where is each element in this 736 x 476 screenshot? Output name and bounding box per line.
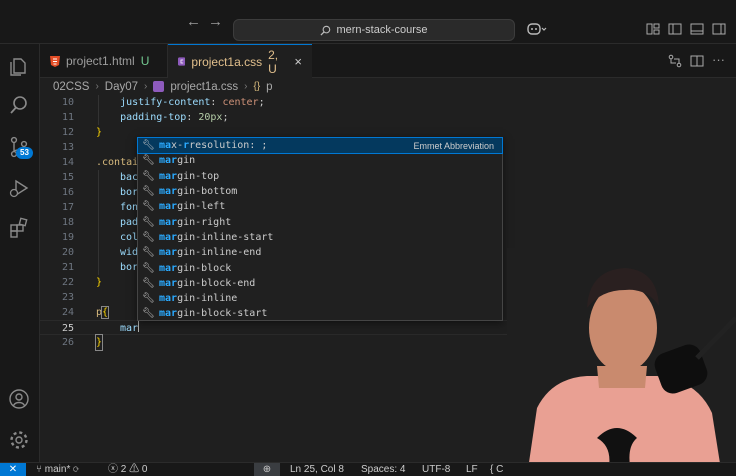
source-control-badge: 53 xyxy=(16,147,33,159)
chevron-right-icon: › xyxy=(244,81,248,92)
wrench-icon: 🔧︎ xyxy=(142,201,155,213)
end-of-line[interactable]: LF xyxy=(466,464,478,476)
wrench-icon: 🔧︎ xyxy=(142,216,155,228)
suggestion-item[interactable]: 🔧︎ margin-block-end xyxy=(138,276,502,291)
suggestion-item[interactable]: 🔧︎ margin-inline xyxy=(138,291,502,306)
autocomplete-suggestions: 🔧︎ max-rresolution: ; Emmet Abbreviation… xyxy=(137,136,503,321)
problems-indicator[interactable]: ⓧ 2 ⚠ 0 xyxy=(108,464,147,476)
language-mode[interactable]: { C xyxy=(490,464,503,476)
tab-label: project1.html xyxy=(66,54,135,68)
customize-layout-icon[interactable] xyxy=(646,22,660,36)
suggestion-item[interactable]: 🔧︎ margin-right xyxy=(138,214,502,229)
warning-icon: ⚠ xyxy=(129,464,140,475)
wrench-icon: 🔧︎ xyxy=(142,293,155,305)
run-and-debug-icon[interactable] xyxy=(8,177,30,199)
suggestion-item[interactable]: 🔧︎ margin-block-start xyxy=(138,306,502,321)
code-line: 10 justify-content: center; xyxy=(61,97,265,108)
tab-status: 2, U xyxy=(268,47,279,76)
html5-icon xyxy=(50,55,60,67)
search-icon[interactable] xyxy=(8,94,30,116)
code-line: 11 padding-top: 20px; xyxy=(61,112,229,123)
breadcrumb-folder[interactable]: 02CSS xyxy=(53,81,89,93)
encoding[interactable]: UTF-8 xyxy=(422,464,450,476)
chevron-right-icon: › xyxy=(144,81,148,92)
css-file-icon xyxy=(178,57,186,66)
indentation[interactable]: Spaces: 4 xyxy=(361,464,405,476)
cursor-position[interactable]: Ln 25, Col 8 xyxy=(290,464,344,476)
command-center-search[interactable]: mern-stack-course xyxy=(233,19,515,41)
editor-tab-bar: project1.html U project1a.css 2, U × ··· xyxy=(40,44,736,78)
suggestion-item[interactable]: 🔧︎ margin xyxy=(138,153,502,168)
chevron-right-icon: › xyxy=(95,81,99,92)
suggestion-item[interactable]: 🔧︎ margin-block xyxy=(138,260,502,275)
symbol-class-icon: {} xyxy=(253,81,261,92)
breadcrumb-file[interactable]: project1a.css xyxy=(170,81,238,93)
wrench-icon: 🔧︎ xyxy=(142,308,155,320)
error-icon: ⓧ xyxy=(108,464,118,475)
wrench-icon: 🔧︎ xyxy=(142,155,155,167)
close-icon[interactable]: × xyxy=(294,54,302,69)
wrench-icon: 🔧︎ xyxy=(142,170,155,182)
suggestion-item[interactable]: 🔧︎ margin-inline-start xyxy=(138,230,502,245)
status-bar: ✕ ⑂ main* ⟳ ⓧ 2 ⚠ 0 ⊕ Ln 25, Col 8 Space… xyxy=(0,462,736,476)
toggle-primary-sidebar-icon[interactable] xyxy=(668,22,682,36)
suggestion-item[interactable]: 🔧︎ margin-top xyxy=(138,169,502,184)
search-label: mern-stack-course xyxy=(336,24,428,36)
branch-indicator[interactable]: ⑂ main* ⟳ xyxy=(36,464,79,476)
wrench-icon: 🔧︎ xyxy=(142,247,155,259)
more-actions-icon[interactable]: ··· xyxy=(712,53,726,70)
wrench-icon: 🔧︎ xyxy=(142,186,155,198)
breadcrumb-folder[interactable]: Day07 xyxy=(105,81,138,93)
suggestion-item[interactable]: 🔧︎ margin-inline-end xyxy=(138,245,502,260)
toggle-panel-icon[interactable] xyxy=(690,22,704,36)
git-branch-icon: ⑂ xyxy=(36,464,42,475)
settings-gear-icon[interactable] xyxy=(8,429,30,451)
zoom-icon[interactable]: ⊕ xyxy=(254,463,280,476)
copilot-icon[interactable] xyxy=(527,22,547,36)
activity-bar: 53 xyxy=(0,44,40,462)
wrench-icon: 🔧︎ xyxy=(142,231,155,243)
wrench-icon: 🔧︎ xyxy=(142,277,155,289)
toggle-secondary-sidebar-icon[interactable] xyxy=(712,22,726,36)
suggestion-item[interactable]: 🔧︎ margin-left xyxy=(138,199,502,214)
tab-status: U xyxy=(140,54,150,68)
css-file-icon xyxy=(153,81,165,92)
account-icon[interactable] xyxy=(8,388,30,410)
text-cursor xyxy=(138,321,140,332)
wrench-icon: 🔧︎ xyxy=(142,140,155,152)
tab-project1a-css[interactable]: project1a.css 2, U × xyxy=(168,44,312,78)
breadcrumb-symbol[interactable]: p xyxy=(266,81,272,93)
tab-label: project1a.css xyxy=(191,54,263,69)
suggestion-item[interactable]: 🔧︎ max-rresolution: ; Emmet Abbreviation xyxy=(137,136,503,155)
arrow-left-icon[interactable]: ← xyxy=(186,13,201,31)
breadcrumb: 02CSS › Day07 › project1a.css › {} p xyxy=(40,78,736,95)
search-icon xyxy=(320,25,331,36)
wrench-icon: 🔧︎ xyxy=(142,262,155,274)
suggestion-detail: Emmet Abbreviation xyxy=(413,140,494,151)
title-bar: ← → mern-stack-course xyxy=(0,0,736,44)
arrow-right-icon[interactable]: → xyxy=(208,13,223,31)
suggestion-item[interactable]: 🔧︎ margin-bottom xyxy=(138,184,502,199)
explorer-icon[interactable] xyxy=(8,56,30,78)
presenter-image xyxy=(507,248,736,476)
sync-icon: ⟳ xyxy=(73,464,80,475)
tab-project1-html[interactable]: project1.html U xyxy=(40,44,168,78)
extensions-icon[interactable] xyxy=(8,217,30,239)
split-editor-icon[interactable] xyxy=(690,54,704,68)
remote-icon[interactable]: ✕ xyxy=(0,463,26,476)
open-changes-icon[interactable] xyxy=(668,54,682,68)
presenter-webcam-overlay xyxy=(507,248,736,476)
